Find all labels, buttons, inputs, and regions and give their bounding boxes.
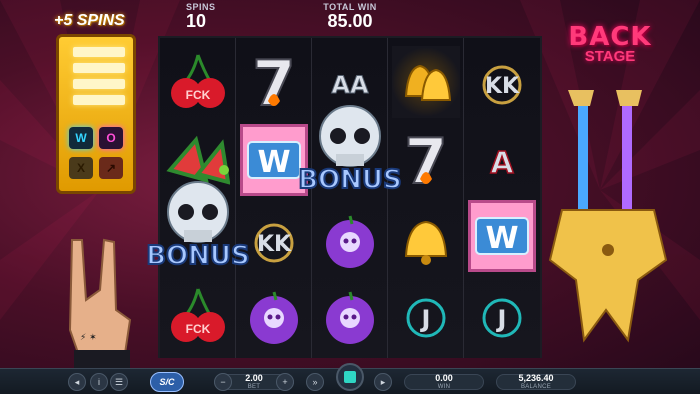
svg-text:BONUS: BONUS [146,241,250,271]
svg-text:J: J [420,305,431,333]
stop-icon [344,371,356,383]
svg-text:FCK: FCK [186,88,211,102]
svg-text:A: A [490,146,514,181]
j-symbol: J [392,280,460,352]
win-value: 0.00 [435,373,453,383]
plus-spins-panel: +5 SPINS W O X ↗ [48,8,143,198]
svg-text:KK: KK [257,232,292,257]
plus-spins-label: +5 SPINS [54,12,125,29]
balance-display: 5,236.40 BALANCE [496,369,576,394]
amp-button-arrow: ↗ [99,157,123,179]
reel-5: KK A W J [464,38,540,358]
spins-counter: SPINS 10 [186,2,246,30]
total-win-value: 85.00 [327,11,373,31]
balance-label: BALANCE [520,384,552,390]
sound-icon[interactable]: ◂ [68,373,86,391]
bet-decrease-button[interactable]: − [214,373,232,391]
amp-light-bar [73,95,125,105]
autoplay-button[interactable]: ▸ [374,373,392,391]
amp-button-o: O [99,127,123,149]
svg-text:AA: AA [331,71,369,99]
cherries-symbol: FCK [164,280,232,352]
amp-button-w: W [69,127,93,149]
svg-text:W: W [485,221,518,256]
amp-button-x: X [69,157,93,179]
win-label: WIN [437,384,451,390]
win-display: 0.00 WIN [404,369,484,394]
balance-value: 5,236.40 [518,373,554,383]
plum-symbol [316,204,384,276]
svg-text:⚡ ✶: ⚡ ✶ [80,333,97,343]
amp-light-bar [73,63,125,73]
amp-light-bar [73,47,125,57]
j-symbol: J [468,280,536,352]
info-icon[interactable]: i [90,373,108,391]
kk-symbol: KK [468,46,536,118]
bonus-skull-symbol: BONUS [140,178,256,274]
cherries-symbol: FCK [164,46,232,118]
hamburger-icon[interactable]: ☰ [110,373,128,391]
amp-light-bar [73,79,125,89]
svg-text:W: W [257,145,290,180]
turbo-button[interactable]: » [306,373,324,391]
guitar-illustration [548,90,668,350]
bell-symbol [392,204,460,276]
amp-box: W O X ↗ [56,34,136,194]
svg-text:KK: KK [485,74,520,99]
total-win-counter: TOTAL WIN 85.00 [300,2,400,30]
brand-logo: S/C [150,372,184,392]
svg-text:J: J [496,305,507,333]
bet-increase-button[interactable]: + [276,373,294,391]
bet-value: 2.00 [245,373,263,383]
svg-text:BONUS: BONUS [298,165,402,195]
bet-display: 2.00 BET [234,369,274,394]
plum-symbol [316,280,384,352]
bet-label: BET [247,384,261,390]
backstage-logo: BACK STAGE [560,22,660,92]
spins-value: 10 [186,11,207,31]
bonus-skull-symbol: BONUS [292,102,408,198]
plum-symbol [240,280,308,352]
bottom-control-bar: ◂ i ☰ S/C − 2.00 BET + » ▸ 0.00 WIN 5,23… [0,363,700,394]
spin-button[interactable] [336,363,364,391]
w-block-symbol: W [468,200,536,272]
a-symbol: A [468,124,536,196]
rock-hand-illustration: ⚡ ✶ [60,230,150,372]
svg-text:FCK: FCK [186,322,211,336]
